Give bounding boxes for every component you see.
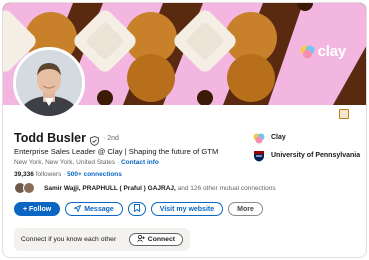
followers-count: 39,336 — [14, 171, 34, 178]
verified-shield-icon[interactable] — [90, 133, 99, 147]
connection-degree: · 2nd — [103, 134, 119, 142]
contact-info-link[interactable]: Contact info — [121, 159, 159, 166]
profile-location: New York, New York, United States · Cont… — [14, 159, 159, 166]
mutual-avatars — [14, 182, 40, 194]
save-button[interactable] — [127, 202, 146, 216]
connect-button[interactable]: Connect — [128, 233, 183, 246]
bookmark-icon — [133, 204, 140, 214]
mutual-connections[interactable]: Samir Wajji, PRAPHULL ( Praful ) GAJRAJ,… — [14, 182, 276, 194]
name-row: Todd Busler · 2nd — [14, 131, 119, 147]
follow-button[interactable]: + Follow — [14, 202, 61, 216]
profile-card: clay Todd Busler · 2nd Enterprise Sales … — [2, 2, 367, 258]
location-text: New York, New York, United States · — [14, 159, 120, 166]
mutual-text: Samir Wajji, PRAPHULL ( Praful ) GAJRAJ,… — [44, 185, 276, 192]
message-label: Message — [84, 205, 114, 213]
penn-shield-icon — [253, 149, 265, 162]
connect-person-icon — [136, 234, 145, 244]
more-button[interactable]: More — [228, 202, 263, 216]
avatar-photo — [16, 50, 82, 116]
edit-banner-icon[interactable] — [339, 109, 349, 119]
followers-line: 39,336 followers · 500+ connections — [14, 171, 122, 178]
connect-question: Connect if you know each other — [21, 236, 117, 243]
connect-label: Connect — [147, 236, 175, 243]
connections-link[interactable]: 500+ connections — [67, 171, 122, 178]
visit-website-button[interactable]: Visit my website — [150, 202, 224, 216]
message-button[interactable]: Message — [65, 202, 123, 216]
clay-brand-text: clay — [317, 43, 347, 60]
followers-label: followers · — [35, 171, 66, 178]
clay-brand-logo: clay — [300, 43, 346, 60]
profile-headline: Enterprise Sales Leader @ Clay | Shaping… — [14, 147, 219, 156]
mutual-avatar — [23, 182, 35, 194]
mutual-rest: and 126 other mutual connections — [177, 184, 276, 192]
clay-logo-icon — [300, 44, 315, 59]
connect-suggestion: Connect if you know each other Connect — [14, 228, 190, 251]
current-company[interactable]: Clay — [253, 131, 286, 144]
education[interactable]: University of Pennsylvania — [253, 149, 361, 162]
profile-actions: + Follow Message Visit my website More — [14, 202, 263, 216]
clay-company-icon — [253, 131, 265, 144]
school-name: University of Pennsylvania — [271, 151, 361, 159]
avatar[interactable] — [13, 47, 85, 119]
profile-name: Todd Busler — [14, 131, 86, 145]
send-icon — [73, 204, 82, 214]
company-name: Clay — [271, 133, 286, 141]
mutual-names: Samir Wajji, PRAPHULL ( Praful ) GAJRAJ, — [44, 184, 176, 192]
